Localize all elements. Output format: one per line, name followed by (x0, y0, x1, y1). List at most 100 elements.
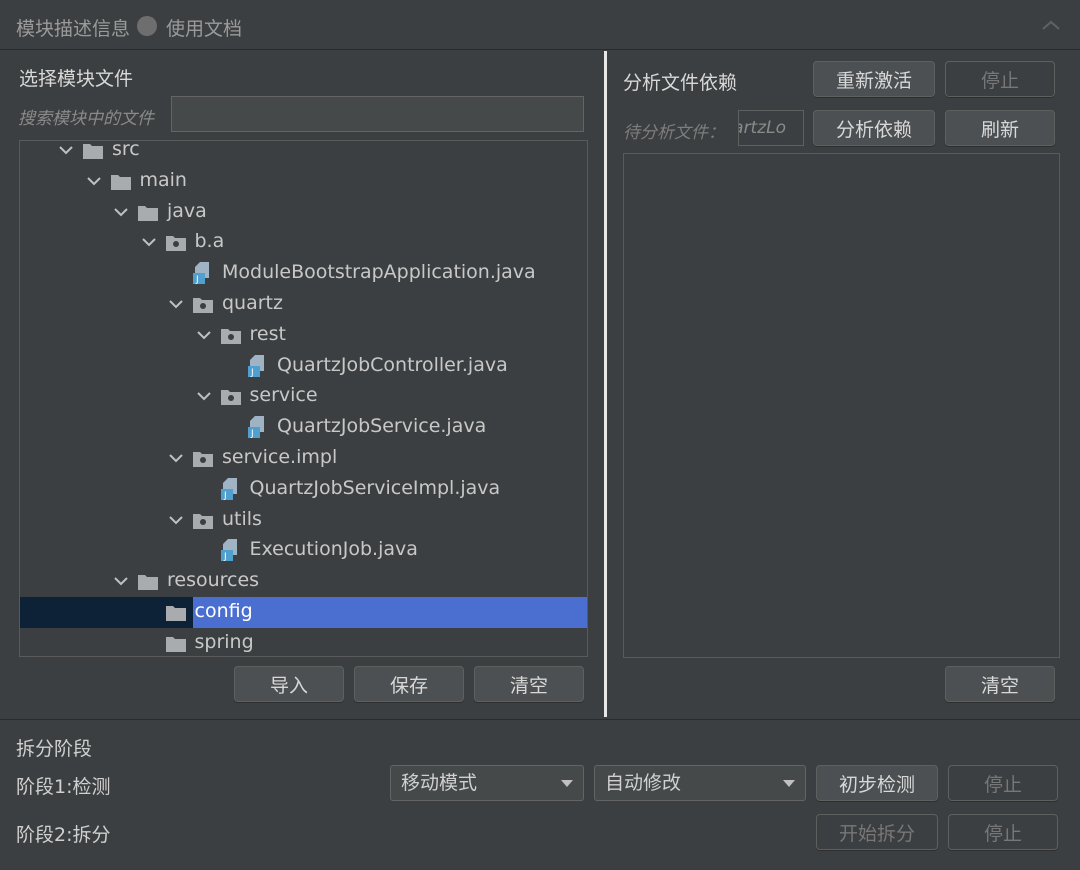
dropdown-caret-icon (783, 780, 795, 787)
chevron-down-icon[interactable] (196, 388, 212, 404)
analyze-dependencies-button[interactable]: 分析依赖 (813, 110, 935, 146)
tree-item-java[interactable]: java (20, 197, 587, 228)
move-mode-value: 移动模式 (401, 772, 478, 794)
svg-text:J: J (223, 552, 227, 562)
clear-files-button[interactable]: 清空 (474, 666, 584, 702)
tree-item-label: main (139, 168, 187, 191)
chevron-up-icon[interactable] (1040, 18, 1062, 32)
select-module-files-title: 选择模块文件 (19, 68, 134, 90)
import-button[interactable]: 导入 (234, 666, 344, 702)
split-stage-title: 拆分阶段 (16, 738, 93, 760)
module-description-title: 模块描述信息 (16, 18, 131, 40)
file-tree[interactable]: src main java b.a J ModuleBootstrapApplicatio… (19, 140, 588, 657)
tree-item-label: QuartzJobController.java (277, 353, 508, 376)
chevron-down-icon[interactable] (113, 204, 129, 220)
folder-icon (165, 606, 186, 621)
tree-item-label: ExecutionJob.java (249, 538, 418, 561)
auto-fix-select[interactable]: 自动修改 (594, 765, 806, 801)
tree-item-service[interactable]: service (20, 381, 587, 412)
package-folder-icon (220, 328, 241, 344)
documentation-link[interactable]: 使用文档 (166, 14, 242, 41)
tree-item-config[interactable]: config (20, 597, 587, 628)
tree-item-label: ModuleBootstrapApplication.java (222, 261, 536, 284)
package-folder-icon (193, 298, 213, 313)
tree-item-label: QuartzJobService.java (277, 415, 487, 438)
chevron-down-icon[interactable] (141, 234, 157, 250)
tree-item-label: b.a (194, 230, 225, 253)
toggle-dot-icon[interactable] (137, 16, 157, 36)
dropdown-caret-icon (561, 780, 573, 787)
package-folder-icon (220, 390, 241, 406)
tree-item-quartzjobservice-java[interactable]: J QuartzJobService.java (20, 412, 587, 443)
java-file-icon: J (248, 416, 264, 439)
search-label: 搜索模块中的文件 (18, 109, 154, 129)
tree-item-modulebootstrapapplication-java[interactable]: J ModuleBootstrapApplication.java (20, 258, 587, 289)
chevron-down-icon[interactable] (168, 512, 184, 528)
chevron-down-icon[interactable] (196, 327, 212, 343)
tree-item-rest[interactable]: rest (20, 320, 587, 351)
pending-file-label: 待分析文件： (623, 123, 725, 143)
java-file-icon: J (220, 539, 237, 562)
tree-item-spring[interactable]: spring (20, 628, 587, 656)
tree-item-label: src (112, 140, 140, 160)
chevron-down-icon[interactable] (113, 573, 129, 589)
tree-item-quartz[interactable]: quartz (20, 289, 587, 320)
folder-icon (110, 174, 131, 190)
package-folder-icon (193, 513, 213, 529)
tree-item-label: quartz (222, 292, 283, 314)
chevron-down-icon[interactable] (168, 296, 184, 312)
folder-icon (138, 205, 158, 221)
analyze-dependencies-title: 分析文件依赖 (623, 72, 738, 94)
tree-item-executionjob-java[interactable]: J ExecutionJob.java (20, 535, 587, 566)
folder-icon (138, 575, 158, 591)
svg-text:J: J (223, 491, 227, 501)
tree-item-main[interactable]: main (20, 166, 587, 197)
tree-item-resources[interactable]: resources (20, 566, 587, 597)
clear-results-button[interactable]: 清空 (945, 666, 1055, 702)
tree-item-label: utils (222, 507, 262, 530)
pending-file-value: QuartzLo (739, 118, 787, 138)
stop-detect-button[interactable]: 停止 (948, 765, 1058, 801)
header-bar (0, 0, 1080, 50)
tree-item-label: service.impl (222, 446, 338, 468)
tree-item-service-impl[interactable]: service.impl (20, 443, 587, 474)
tree-item-src[interactable]: src (20, 140, 587, 166)
java-file-icon: J (193, 262, 209, 285)
start-split-button[interactable]: 开始拆分 (816, 814, 938, 850)
package-folder-icon (165, 236, 186, 252)
dependency-result-area[interactable] (623, 153, 1060, 658)
save-button[interactable]: 保存 (354, 666, 464, 702)
tree-item-label: QuartzJobServiceImpl.java (249, 476, 501, 499)
tree-item-label: rest (249, 322, 286, 345)
pending-file-field[interactable]: QuartzLo (738, 110, 804, 146)
search-input[interactable] (171, 96, 584, 132)
java-file-icon: J (248, 354, 264, 378)
initial-detect-button[interactable]: 初步检测 (816, 765, 938, 801)
reactivate-button[interactable]: 重新激活 (813, 61, 935, 97)
svg-text:J: J (195, 275, 199, 285)
refresh-button[interactable]: 刷新 (945, 110, 1055, 146)
tree-item-utils[interactable]: utils (20, 505, 587, 536)
svg-text:J: J (250, 368, 254, 378)
stop-split-button[interactable]: 停止 (948, 814, 1058, 850)
chevron-down-icon[interactable] (86, 173, 102, 189)
stop-analysis-button[interactable]: 停止 (945, 61, 1055, 97)
auto-fix-value: 自动修改 (605, 772, 682, 794)
package-folder-icon (193, 452, 213, 467)
tree-item-label: config (194, 600, 253, 622)
phase1-label: 阶段1:检测 (16, 776, 111, 798)
svg-text:J: J (250, 429, 254, 439)
move-mode-select[interactable]: 移动模式 (390, 765, 584, 801)
tree-item-quartzjobserviceimpl-java[interactable]: J QuartzJobServiceImpl.java (20, 474, 587, 505)
tree-item-label: spring (194, 630, 254, 653)
tree-item-label: java (167, 199, 207, 222)
tree-item-b-a[interactable]: b.a (20, 227, 587, 258)
tree-item-label: service (249, 384, 318, 407)
chevron-down-icon[interactable] (58, 142, 74, 158)
java-file-icon: J (220, 477, 237, 501)
chevron-down-icon[interactable] (168, 450, 184, 466)
panel-divider[interactable] (604, 51, 607, 717)
folder-icon (83, 144, 103, 159)
folder-icon (165, 636, 186, 652)
tree-item-quartzjobcontroller-java[interactable]: J QuartzJobController.java (20, 351, 587, 382)
